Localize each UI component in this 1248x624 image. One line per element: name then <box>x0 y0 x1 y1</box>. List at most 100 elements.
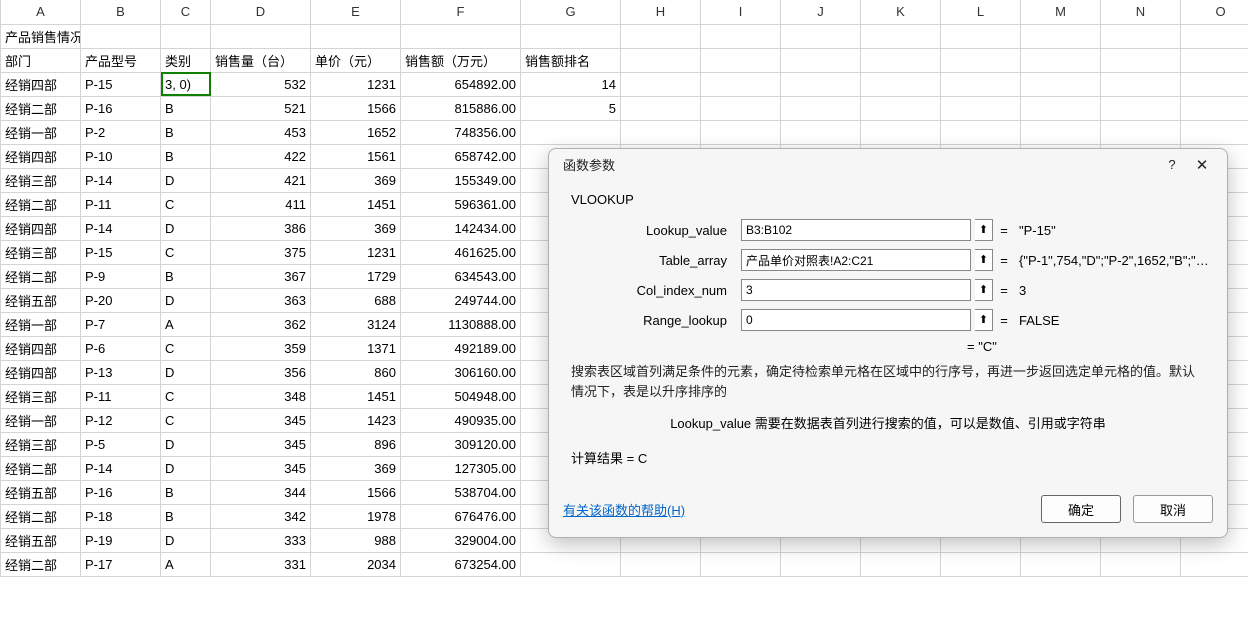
table-row[interactable]: 688 <box>311 288 401 312</box>
table-row[interactable]: 333 <box>211 528 311 552</box>
title-cell[interactable]: 产品销售情况表 <box>1 24 81 48</box>
title-cell[interactable] <box>521 24 621 48</box>
param-input-col_index_num[interactable] <box>741 279 971 301</box>
column-header-K[interactable]: K <box>861 0 941 24</box>
table-row[interactable]: 经销四部 <box>1 336 81 360</box>
table-row[interactable]: C <box>161 336 211 360</box>
table-row[interactable]: P-15 <box>81 72 161 96</box>
column-header-J[interactable]: J <box>781 0 861 24</box>
table-row[interactable]: 经销四部 <box>1 360 81 384</box>
table-row[interactable]: 896 <box>311 432 401 456</box>
table-row[interactable] <box>1181 72 1248 96</box>
table-row[interactable]: 经销一部 <box>1 312 81 336</box>
table-row[interactable]: 748356.00 <box>401 120 521 144</box>
table-row[interactable]: 342 <box>211 504 311 528</box>
title-cell[interactable] <box>311 24 401 48</box>
table-row[interactable]: 1652 <box>311 120 401 144</box>
table-row[interactable]: P-18 <box>81 504 161 528</box>
table-row[interactable]: 344 <box>211 480 311 504</box>
table-row[interactable]: 3124 <box>311 312 401 336</box>
table-row[interactable]: 经销二部 <box>1 552 81 576</box>
table-row[interactable] <box>941 120 1021 144</box>
table-row[interactable]: 3, 0) <box>161 72 211 96</box>
table-row[interactable]: 249744.00 <box>401 288 521 312</box>
column-header-A[interactable]: A <box>1 0 81 24</box>
table-row[interactable]: 422 <box>211 144 311 168</box>
ok-button[interactable]: 确定 <box>1041 495 1121 523</box>
table-row[interactable]: D <box>161 288 211 312</box>
table-row[interactable]: 2034 <box>311 552 401 576</box>
table-row[interactable] <box>861 72 941 96</box>
table-row[interactable]: 532 <box>211 72 311 96</box>
table-row[interactable]: 329004.00 <box>401 528 521 552</box>
cancel-button[interactable]: 取消 <box>1133 495 1213 523</box>
table-row[interactable]: P-6 <box>81 336 161 360</box>
table-row[interactable] <box>701 120 781 144</box>
table-row[interactable]: 453 <box>211 120 311 144</box>
table-row[interactable] <box>861 552 941 576</box>
table-row[interactable]: 673254.00 <box>401 552 521 576</box>
table-row[interactable]: 504948.00 <box>401 384 521 408</box>
table-row[interactable]: 421 <box>211 168 311 192</box>
column-header-C[interactable]: C <box>161 0 211 24</box>
table-row[interactable]: 经销四部 <box>1 72 81 96</box>
header-cell[interactable]: 销售量（台） <box>211 48 311 72</box>
table-row[interactable] <box>521 552 621 576</box>
table-row[interactable]: 经销五部 <box>1 288 81 312</box>
table-row[interactable]: 345 <box>211 456 311 480</box>
table-row[interactable] <box>781 96 861 120</box>
header-cell[interactable]: 单价（元） <box>311 48 401 72</box>
table-row[interactable]: B <box>161 96 211 120</box>
table-row[interactable]: 经销三部 <box>1 432 81 456</box>
table-row[interactable]: 经销二部 <box>1 192 81 216</box>
table-row[interactable]: 142434.00 <box>401 216 521 240</box>
table-row[interactable]: P-19 <box>81 528 161 552</box>
header-cell[interactable] <box>621 48 701 72</box>
table-row[interactable]: P-14 <box>81 456 161 480</box>
table-row[interactable]: P-5 <box>81 432 161 456</box>
table-row[interactable] <box>521 120 621 144</box>
table-row[interactable]: D <box>161 216 211 240</box>
table-row[interactable]: 363 <box>211 288 311 312</box>
table-row[interactable]: 经销二部 <box>1 264 81 288</box>
table-row[interactable] <box>621 120 701 144</box>
table-row[interactable]: P-12 <box>81 408 161 432</box>
table-row[interactable]: 1566 <box>311 96 401 120</box>
header-cell[interactable] <box>1181 48 1248 72</box>
table-row[interactable]: P-7 <box>81 312 161 336</box>
table-row[interactable]: 362 <box>211 312 311 336</box>
header-cell[interactable]: 销售额（万元） <box>401 48 521 72</box>
table-row[interactable]: C <box>161 384 211 408</box>
table-row[interactable] <box>1101 120 1181 144</box>
table-row[interactable]: 860 <box>311 360 401 384</box>
table-row[interactable]: D <box>161 360 211 384</box>
table-row[interactable]: B <box>161 144 211 168</box>
table-row[interactable]: D <box>161 168 211 192</box>
table-row[interactable]: P-10 <box>81 144 161 168</box>
table-row[interactable]: 经销一部 <box>1 408 81 432</box>
table-row[interactable]: A <box>161 552 211 576</box>
column-header-I[interactable]: I <box>701 0 781 24</box>
table-row[interactable]: 492189.00 <box>401 336 521 360</box>
table-row[interactable]: P-16 <box>81 480 161 504</box>
table-row[interactable] <box>781 72 861 96</box>
table-row[interactable] <box>701 552 781 576</box>
table-row[interactable]: B <box>161 480 211 504</box>
table-row[interactable]: 461625.00 <box>401 240 521 264</box>
table-row[interactable]: 14 <box>521 72 621 96</box>
table-row[interactable] <box>1101 72 1181 96</box>
table-row[interactable]: 经销二部 <box>1 504 81 528</box>
header-cell[interactable]: 销售额排名 <box>521 48 621 72</box>
table-row[interactable] <box>781 552 861 576</box>
column-header-O[interactable]: O <box>1181 0 1248 24</box>
title-cell[interactable] <box>1021 24 1101 48</box>
close-icon[interactable]: ✕ <box>1187 156 1217 174</box>
title-cell[interactable] <box>861 24 941 48</box>
column-header-F[interactable]: F <box>401 0 521 24</box>
table-row[interactable]: 经销三部 <box>1 384 81 408</box>
table-row[interactable]: P-11 <box>81 192 161 216</box>
table-row[interactable] <box>1181 120 1248 144</box>
title-cell[interactable] <box>941 24 1021 48</box>
table-row[interactable]: 1451 <box>311 384 401 408</box>
table-row[interactable] <box>1181 96 1248 120</box>
